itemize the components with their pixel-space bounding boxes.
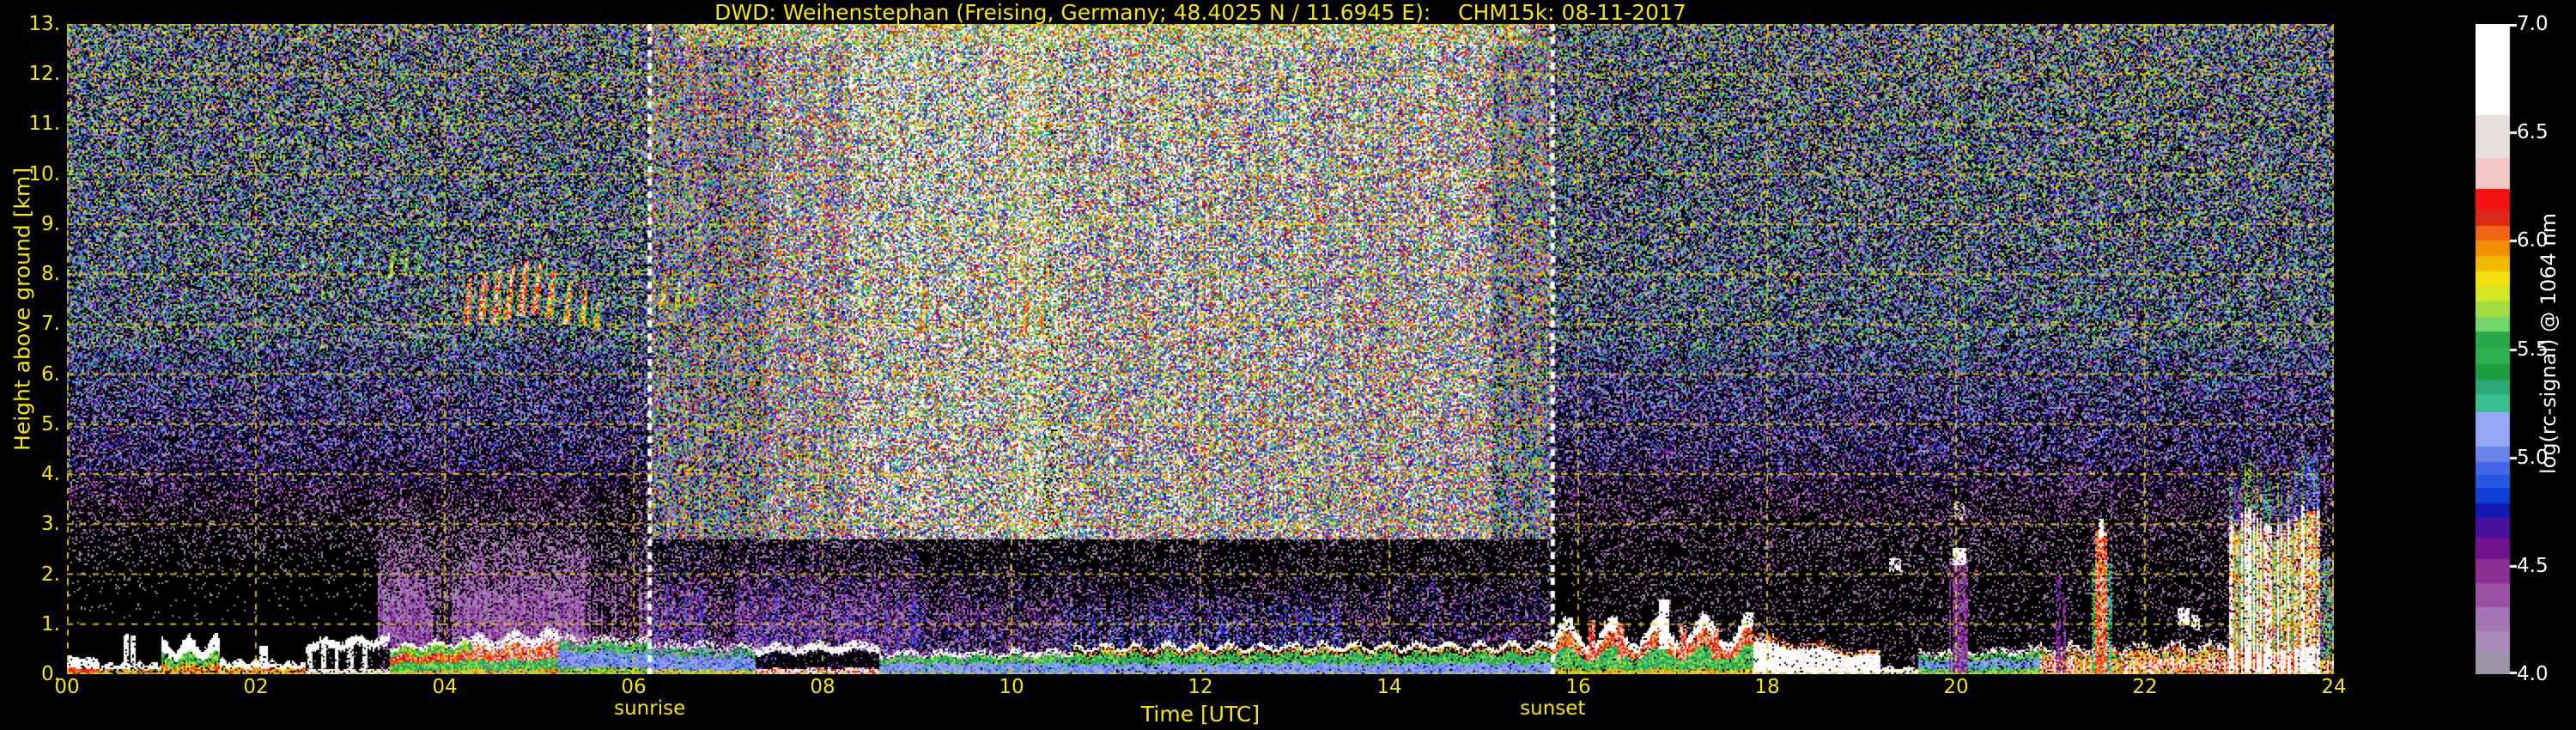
colorbar-tick-label: 4.5 <box>2517 554 2549 577</box>
x-tick-label: 14 <box>1376 676 1402 698</box>
y-tick-label: 2. <box>41 563 60 586</box>
ceilometer-heatmap-canvas <box>67 24 2334 674</box>
x-tick-label: 24 <box>2321 676 2347 698</box>
y-tick-label: 1. <box>41 612 60 636</box>
y-tick-label: 11. <box>28 113 60 136</box>
colorbar-canvas <box>2476 24 2517 674</box>
x-tick-label: 10 <box>999 676 1024 698</box>
x-tick-label: 18 <box>1754 676 1780 698</box>
y-axis-label: Height above ground [km] <box>9 167 35 451</box>
y-tick-label: 3. <box>41 513 60 536</box>
x-tick-label: 20 <box>1943 676 1969 698</box>
y-tick-label: 9. <box>41 212 60 235</box>
chart-title: DWD: Weihenstephan (Freising, Germany; 4… <box>714 0 1686 25</box>
colorbar-tick-label: 7.0 <box>2517 13 2549 35</box>
y-tick-label: 7. <box>41 313 60 336</box>
sunrise-annotation: sunrise <box>614 697 686 720</box>
y-tick-label: 8. <box>41 263 60 286</box>
y-tick-label: 4. <box>41 463 60 486</box>
sunset-annotation: sunset <box>1520 697 1586 720</box>
x-tick-label: 06 <box>621 676 647 698</box>
x-tick-label: 22 <box>2132 676 2158 698</box>
screenshot-root: DWD: Weihenstephan (Freising, Germany; 4… <box>0 0 2576 730</box>
x-tick-label: 08 <box>810 676 835 698</box>
y-tick-label: 6. <box>41 362 60 386</box>
colorbar-tick-label: 4.0 <box>2517 663 2549 685</box>
y-tick-label: 13. <box>28 13 60 35</box>
colorbar-tick-label: 6.5 <box>2517 121 2549 144</box>
y-tick-label: 12. <box>28 63 60 86</box>
y-tick-label: 5. <box>41 412 60 435</box>
x-tick-label: 12 <box>1188 676 1213 698</box>
x-tick-label: 00 <box>54 676 80 698</box>
x-tick-label: 16 <box>1565 676 1591 698</box>
x-tick-label: 02 <box>243 676 269 698</box>
x-tick-label: 04 <box>432 676 458 698</box>
x-axis-label: Time [UTC] <box>1140 702 1261 727</box>
colorbar-axis-label: log(rc-signal) @ 1064 nm <box>2537 212 2561 475</box>
y-tick-label: 10. <box>28 162 60 186</box>
